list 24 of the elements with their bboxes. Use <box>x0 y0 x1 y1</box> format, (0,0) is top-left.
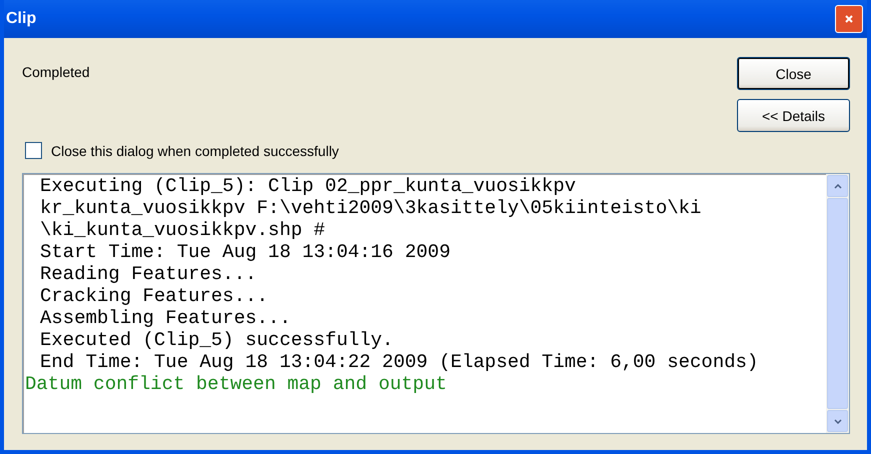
chevron-up-icon <box>834 184 842 188</box>
status-text: Completed <box>22 64 90 80</box>
scroll-down-button[interactable] <box>827 410 848 432</box>
log-line: Cracking Features... <box>39 285 270 307</box>
dialog-button[interactable]: Close <box>737 57 850 90</box>
chevron-down-icon <box>834 418 842 424</box>
log-line: \ki_kunta_vuosikkpv.shp # <box>39 219 326 241</box>
log-line: kr_kunta_vuosikkpv F:\vehti2009\3kasittely\05kiinteisto\ki <box>39 197 702 219</box>
checkbox[interactable] <box>25 142 42 159</box>
window-title: Clip <box>6 10 36 28</box>
close-icon <box>844 14 854 24</box>
log-line: End Time: Tue Aug 18 13:04:22 2009 (Elapsed Time: 6,00 seconds) <box>39 351 760 373</box>
scrollbar[interactable] <box>826 174 849 433</box>
scroll-up-button[interactable] <box>827 175 848 197</box>
log-line: Executing (Clip_5): Clip 02_ppr_kunta_vuosikkpv <box>39 175 577 197</box>
log-line: Start Time: Tue Aug 18 13:04:16 2009 <box>39 241 452 263</box>
log-line: Assembling Features... <box>39 307 292 329</box>
log-line: Reading Features... <box>39 263 258 285</box>
close-button[interactable] <box>835 5 863 33</box>
log-line: Datum conflict between map and output <box>25 373 448 395</box>
dialog-button[interactable]: << Details <box>737 99 850 132</box>
scroll-thumb[interactable] <box>827 198 848 409</box>
log-line: Executed (Clip_5) successfully. <box>39 329 394 351</box>
checkbox-label: Close this dialog when completed successfully <box>51 142 339 158</box>
